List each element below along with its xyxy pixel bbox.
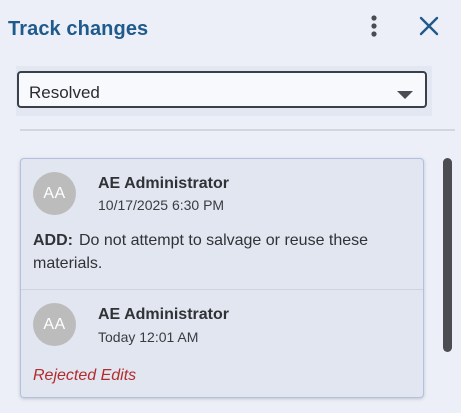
section-divider bbox=[20, 129, 455, 131]
change-timestamp: Today 12:01 AM bbox=[98, 329, 199, 345]
close-button[interactable] bbox=[412, 12, 446, 44]
change-timestamp: 10/17/2025 6:30 PM bbox=[98, 197, 225, 213]
author-name: AE Administrator bbox=[98, 175, 229, 192]
status-filter-value: Resolved bbox=[29, 83, 100, 102]
change-entry[interactable]: AA AE Administrator 10/17/2025 6:30 PM A… bbox=[21, 159, 423, 289]
change-content: Do not attempt to salvage or reuse these… bbox=[33, 232, 369, 272]
change-type-label: ADD: bbox=[33, 232, 73, 249]
change-status: Rejected Edits bbox=[33, 367, 137, 384]
scrollbar-thumb[interactable] bbox=[443, 158, 452, 352]
change-description: ADD: Do not attempt to salvage or reuse t… bbox=[33, 229, 411, 275]
more-options-button[interactable] bbox=[360, 12, 388, 44]
avatar: AA bbox=[33, 172, 76, 215]
caret-down-icon bbox=[396, 87, 414, 105]
avatar: AA bbox=[33, 303, 76, 346]
filter-container: Resolved bbox=[16, 66, 432, 116]
changes-card: AA AE Administrator 10/17/2025 6:30 PM A… bbox=[20, 158, 424, 398]
track-changes-panel: Track changes Resolved AA AE Administrat… bbox=[0, 0, 461, 413]
close-icon bbox=[419, 16, 439, 41]
more-vertical-icon bbox=[371, 14, 377, 43]
change-entry[interactable]: AA AE Administrator Today 12:01 AM Rejec… bbox=[21, 290, 423, 397]
status-filter-select[interactable]: Resolved bbox=[17, 71, 427, 108]
panel-title: Track changes bbox=[8, 18, 149, 40]
author-name: AE Administrator bbox=[98, 306, 229, 323]
